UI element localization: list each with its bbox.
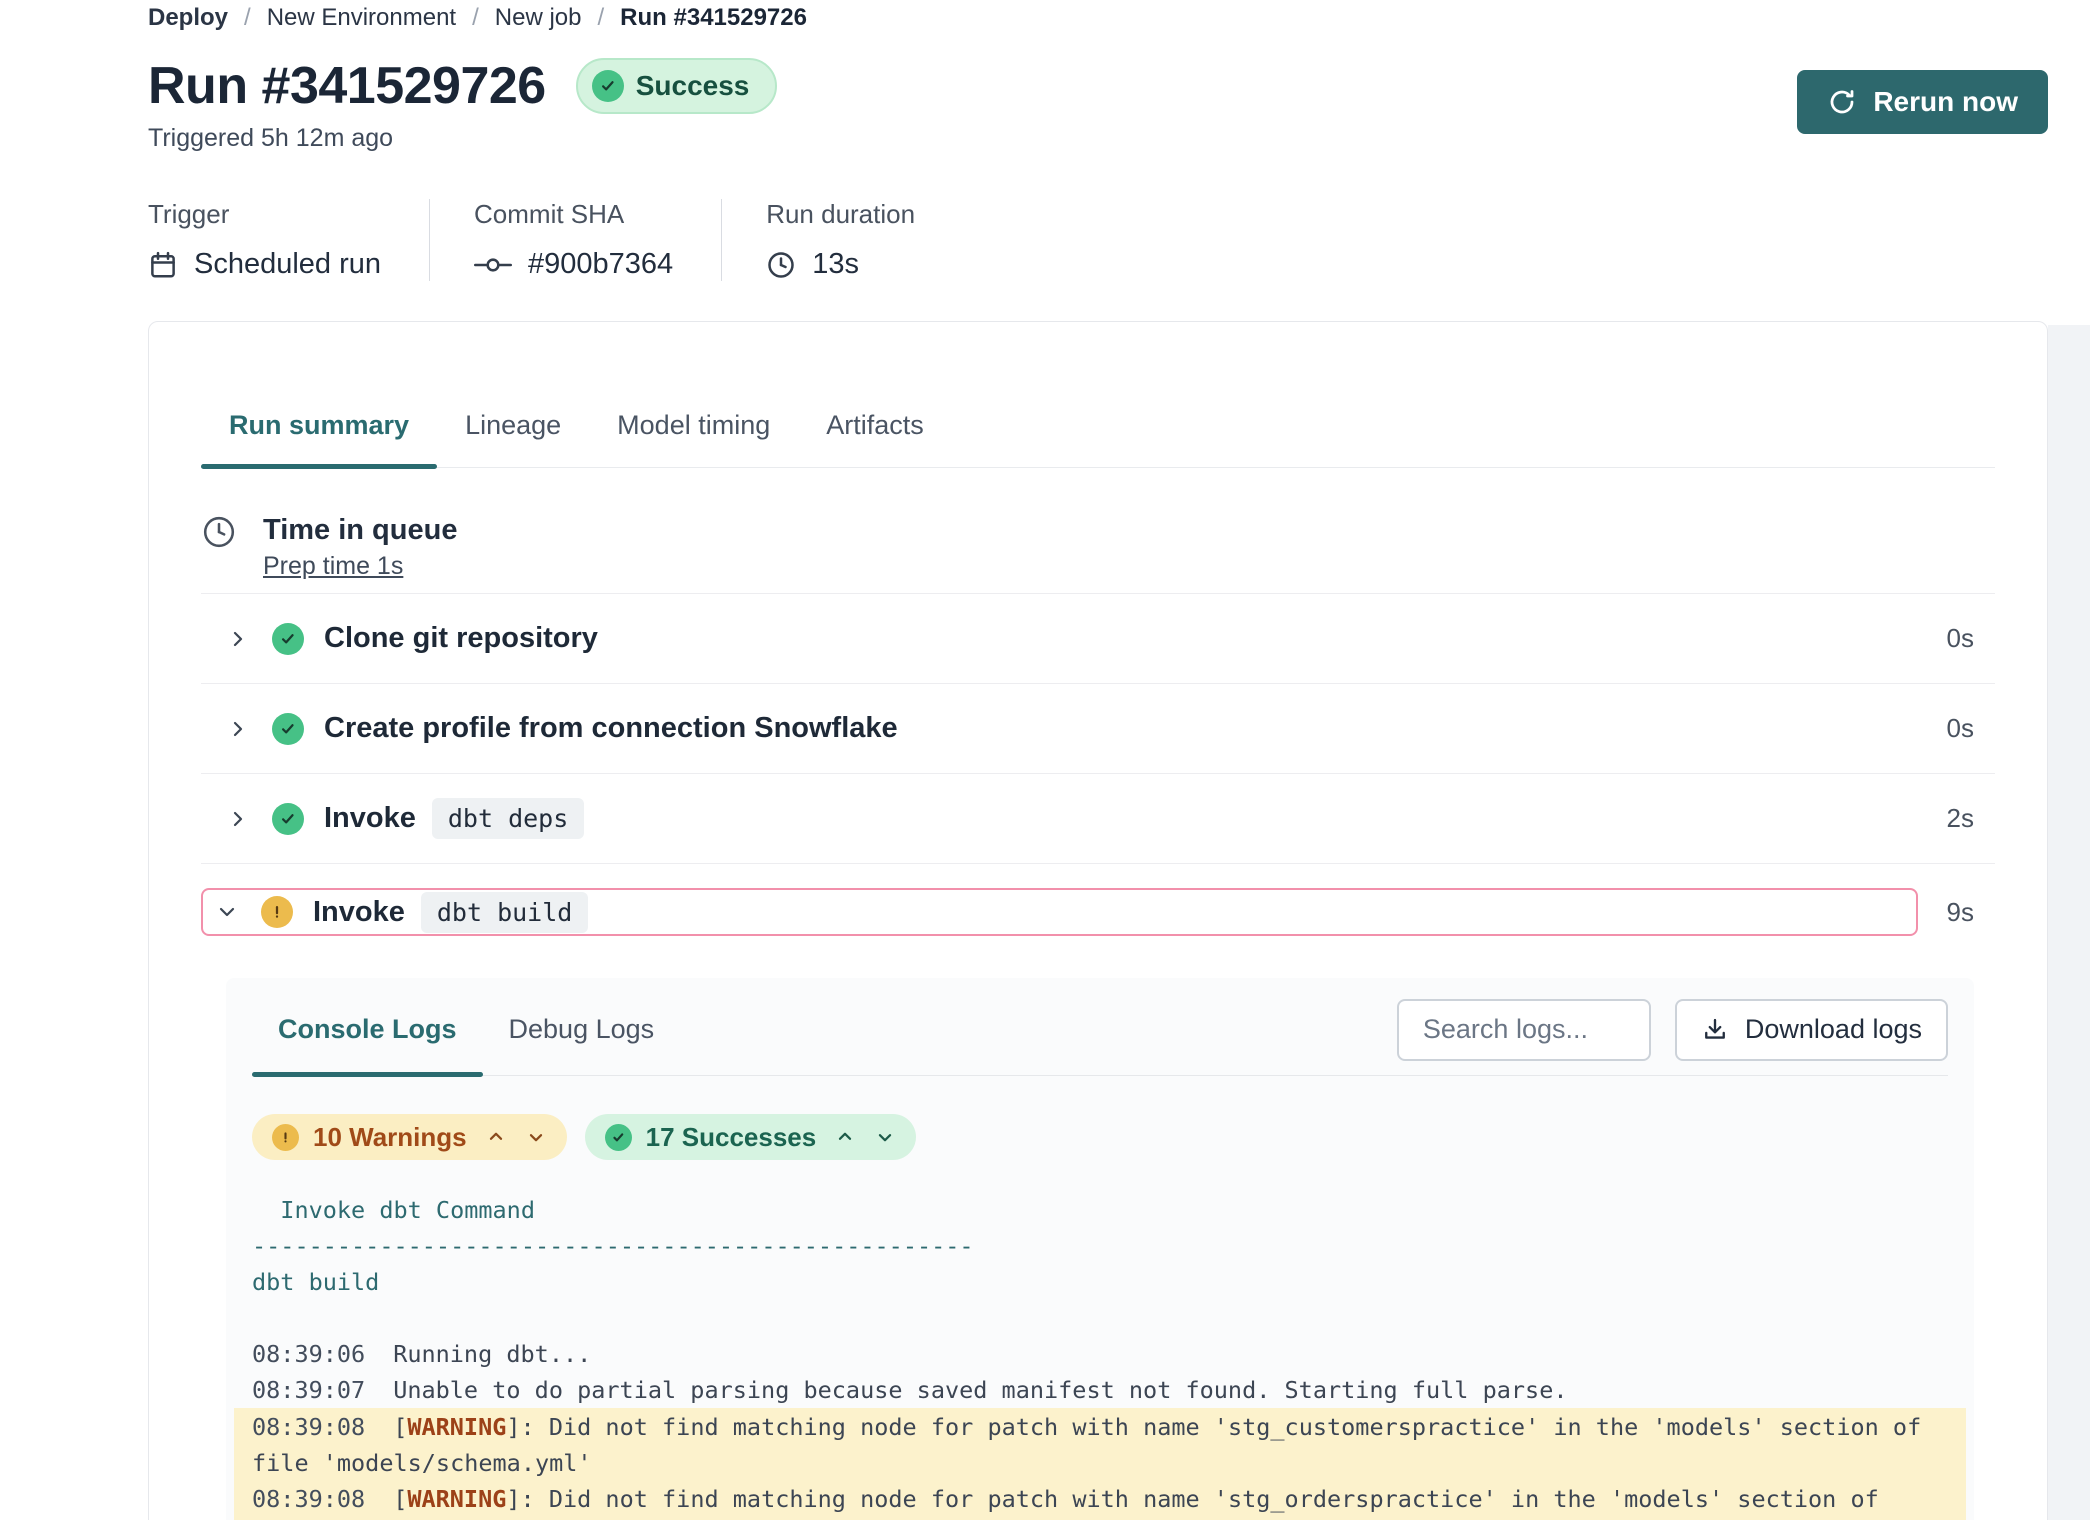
tab-console-logs[interactable]: Console Logs [252, 996, 483, 1063]
success-check-icon [272, 623, 304, 655]
download-logs-button[interactable]: Download logs [1675, 999, 1948, 1061]
meta-commit: Commit SHA #900b7364 [429, 199, 721, 281]
meta-duration: Run duration 13s [721, 199, 963, 281]
log-command: dbt build [252, 1264, 1948, 1300]
rerun-now-label: Rerun now [1873, 86, 2018, 118]
breadcrumb-deploy[interactable]: Deploy [148, 4, 228, 32]
log-warning-line: 08:39:08[WARNING]: Did not find matching… [252, 1409, 1948, 1481]
step-duration: 0s [1918, 623, 1974, 654]
warnings-badge[interactable]: 10 Warnings [252, 1114, 567, 1160]
step-title: Clone git repository [324, 622, 598, 655]
tab-model-timing[interactable]: Model timing [589, 410, 798, 467]
log-warning-line: 08:39:08[WARNING]: Did not find matching… [252, 1481, 1948, 1520]
breadcrumb-current-run: Run #341529726 [620, 4, 807, 32]
meta-trigger-value: Scheduled run [194, 248, 381, 281]
clock-icon [201, 514, 237, 581]
chevron-down-icon[interactable] [525, 1126, 547, 1148]
rerun-now-button[interactable]: Rerun now [1797, 70, 2048, 134]
step-title: Create profile from connection Snowflake [324, 712, 898, 745]
warning-icon [272, 1124, 299, 1151]
log-line: 08:39:07Unable to do partial parsing bec… [252, 1372, 1948, 1408]
breadcrumb-new-job[interactable]: New job [495, 4, 582, 32]
check-circle-icon [592, 70, 624, 102]
chevron-up-icon[interactable] [834, 1126, 856, 1148]
clock-icon [766, 250, 796, 280]
page-header: Run #341529726 Success Triggered 5h 12m … [148, 56, 2048, 153]
step-clone-git-repository[interactable]: Clone git repository 0s [201, 593, 1995, 683]
log-command-title: Invoke dbt Command [252, 1192, 1948, 1228]
run-meta: Trigger Scheduled run Commit SHA #900b73… [148, 199, 2048, 281]
step-invoke-dbt-deps[interactable]: Invoke dbt deps 2s [201, 773, 1995, 863]
run-summary-card: Run summary Lineage Model timing Artifac… [148, 321, 2048, 1520]
chevron-down-icon[interactable] [874, 1126, 896, 1148]
step-duration: 9s [1918, 897, 1974, 928]
step-title: Invoke [313, 896, 405, 929]
step-duration: 2s [1918, 803, 1974, 834]
download-icon [1701, 1016, 1729, 1044]
successes-badge[interactable]: 17 Successes [585, 1114, 917, 1160]
console-log-output: Invoke dbt Command ---------------------… [252, 1192, 1948, 1520]
successes-badge-label: 17 Successes [646, 1122, 817, 1153]
triggered-text: Triggered 5h 12m ago [148, 124, 777, 153]
page-title: Run #341529726 [148, 56, 546, 116]
log-blank-line [252, 1300, 1948, 1336]
check-circle-icon [605, 1124, 632, 1151]
log-warning-block: 08:39:08[WARNING]: Did not find matching… [234, 1408, 1966, 1520]
step-duration: 0s [1918, 713, 1974, 744]
command-chip: dbt build [421, 892, 588, 933]
chevron-right-icon[interactable] [226, 717, 250, 741]
meta-commit-value: #900b7364 [528, 248, 673, 281]
chevron-right-icon[interactable] [226, 807, 250, 831]
tab-artifacts[interactable]: Artifacts [798, 410, 952, 467]
calendar-icon [148, 250, 178, 280]
warning-icon [261, 896, 293, 928]
log-tabs: Console Logs Debug Logs [252, 996, 680, 1063]
status-badge: Success [576, 58, 778, 114]
breadcrumb-separator: / [472, 4, 479, 32]
download-logs-label: Download logs [1745, 1014, 1922, 1045]
status-badge-label: Success [636, 70, 750, 102]
breadcrumb: Deploy / New Environment / New job / Run… [148, 4, 2048, 32]
tab-lineage[interactable]: Lineage [437, 410, 589, 467]
tab-run-summary[interactable]: Run summary [201, 410, 437, 467]
step-create-profile[interactable]: Create profile from connection Snowflake… [201, 683, 1995, 773]
success-check-icon [272, 803, 304, 835]
search-logs-input[interactable] [1397, 999, 1651, 1061]
meta-trigger: Trigger Scheduled run [148, 199, 429, 281]
step-title: Invoke [324, 802, 416, 835]
commit-icon [474, 257, 512, 273]
run-detail-page: Deploy / New Environment / New job / Run… [0, 0, 2090, 1520]
command-chip: dbt deps [432, 798, 584, 839]
logs-panel: Console Logs Debug Logs Download logs [226, 978, 1974, 1520]
refresh-icon [1827, 87, 1857, 117]
tab-debug-logs[interactable]: Debug Logs [483, 996, 681, 1063]
success-check-icon [272, 713, 304, 745]
breadcrumb-separator: / [598, 4, 605, 32]
breadcrumb-separator: / [244, 4, 251, 32]
run-tabs: Run summary Lineage Model timing Artifac… [201, 410, 1995, 468]
meta-commit-label: Commit SHA [474, 199, 673, 230]
breadcrumb-new-environment[interactable]: New Environment [267, 4, 456, 32]
chevron-down-icon[interactable] [215, 900, 239, 924]
meta-duration-value: 13s [812, 248, 859, 281]
logs-header: Console Logs Debug Logs Download logs [252, 996, 1948, 1076]
meta-trigger-label: Trigger [148, 199, 381, 230]
meta-duration-label: Run duration [766, 199, 915, 230]
step-invoke-dbt-build[interactable]: Invoke dbt build [201, 888, 1918, 936]
warnings-badge-label: 10 Warnings [313, 1122, 467, 1153]
queue-title: Time in queue [263, 512, 457, 548]
prep-time-link[interactable]: Prep time 1s [263, 552, 403, 581]
step-invoke-dbt-build-wrap: Invoke dbt build 9s [201, 863, 1995, 936]
log-filter-badges: 10 Warnings 17 Successes [252, 1114, 1948, 1160]
chevron-up-icon[interactable] [485, 1126, 507, 1148]
log-separator-line: ----------------------------------------… [252, 1228, 1948, 1264]
chevron-right-icon[interactable] [226, 627, 250, 651]
log-line: 08:39:06Running dbt... [252, 1336, 1948, 1372]
scroll-gutter [2048, 325, 2090, 1520]
time-in-queue-section: Time in queue Prep time 1s [201, 512, 1995, 593]
